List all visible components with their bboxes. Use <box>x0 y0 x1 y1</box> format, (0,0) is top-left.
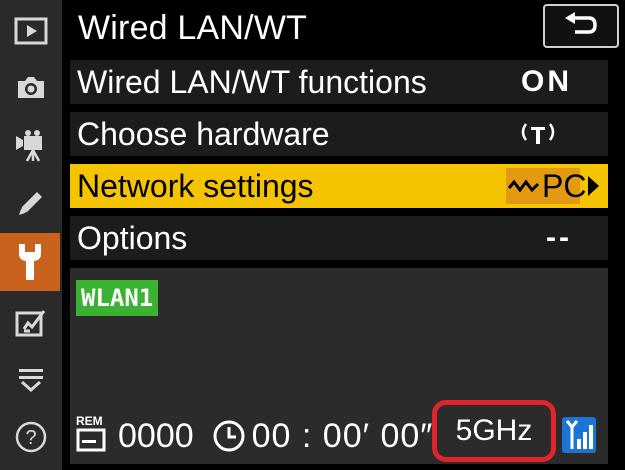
svg-text:?: ? <box>25 427 36 449</box>
remaining-shots-count: 0000 <box>118 417 194 455</box>
connection-mode-label: PC <box>542 168 587 204</box>
menu-item-options[interactable]: Options -- <box>70 216 608 260</box>
menu-item-wired-lan-wt-functions[interactable]: Wired LAN/WT functions ON <box>70 60 608 104</box>
rail-divider <box>62 0 68 470</box>
menu-item-label: Choose hardware <box>77 116 330 152</box>
menu-item-value: ON <box>521 65 572 98</box>
connection-mode-icon <box>508 179 540 193</box>
my-menu-icon[interactable] <box>8 356 54 402</box>
return-icon <box>565 12 597 34</box>
remaining-shots-icon: REM <box>76 414 114 454</box>
menu-item-value: PC <box>502 166 625 206</box>
menu-item-network-settings[interactable]: Network settings PC <box>70 164 608 208</box>
profile-badge: WLAN1 <box>76 280 159 316</box>
clock-icon <box>213 420 245 452</box>
menu-item-label: Network settings <box>77 168 314 204</box>
menu-tab-rail: ? <box>0 0 62 470</box>
elapsed-time: 00 : 00′ 00″ <box>251 417 434 455</box>
retouch-icon[interactable] <box>8 300 54 346</box>
wrench-icon[interactable] <box>0 233 60 291</box>
status-bar: REM 0000 00 : 00′ 00″ <box>76 414 434 456</box>
signal-strength-icon <box>562 417 596 453</box>
rem-label: REM <box>76 414 103 428</box>
connection-info-panel: WLAN1 REM 0000 00 : 00′ 00″ 5GHz <box>70 268 608 464</box>
movie-icon[interactable] <box>8 122 54 168</box>
menu-item-value: -- <box>546 221 572 254</box>
page-title: Wired LAN/WT <box>78 9 308 47</box>
chevron-right-icon <box>588 176 599 196</box>
back-button[interactable] <box>543 4 619 48</box>
camera-icon[interactable] <box>8 64 54 110</box>
menu-item-choose-hardware[interactable]: Choose hardware <box>70 112 608 156</box>
menu-item-label: Options <box>77 220 188 256</box>
wireless-antenna-icon <box>521 123 555 144</box>
frequency-band: 5GHz <box>455 414 533 447</box>
playback-icon[interactable] <box>8 8 54 54</box>
pencil-icon[interactable] <box>8 180 54 226</box>
menu-item-label: Wired LAN/WT functions <box>77 64 427 100</box>
help-icon[interactable]: ? <box>8 414 54 460</box>
frequency-highlight-ring: 5GHz <box>432 400 556 462</box>
